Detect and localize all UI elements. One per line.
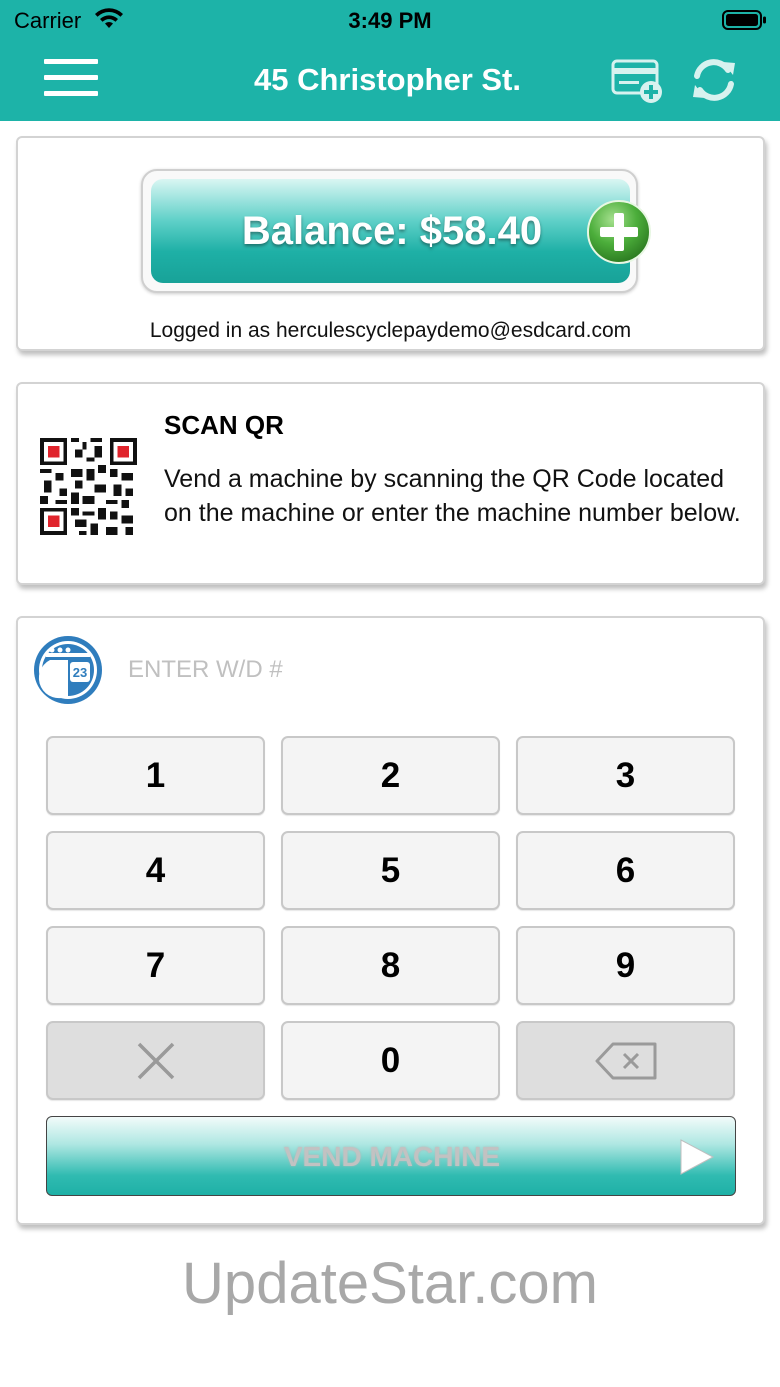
clear-key[interactable] xyxy=(46,1021,265,1100)
balance-panel: Balance: $58.40 Logged in as herculescyc… xyxy=(16,136,765,351)
status-bar: Carrier 3:49 PM xyxy=(0,0,780,40)
scan-qr-description: Vend a machine by scanning the QR Code l… xyxy=(164,465,741,527)
scan-qr-panel[interactable]: SCAN QR Vend a machine by scanning the Q… xyxy=(16,382,765,585)
nav-bar: 45 Christopher St. xyxy=(0,40,780,121)
key-6[interactable]: 6 xyxy=(516,831,735,910)
keypad-panel: 23 1 2 3 4 5 6 7 8 9 0 VEND MACHINE xyxy=(16,616,765,1225)
add-card-icon[interactable] xyxy=(610,56,666,106)
key-1[interactable]: 1 xyxy=(46,736,265,815)
refresh-icon[interactable] xyxy=(688,54,740,106)
balance-label: Balance: $58.40 xyxy=(241,209,543,253)
svg-text:23: 23 xyxy=(73,665,87,680)
qr-code-icon xyxy=(40,438,137,535)
battery-icon xyxy=(722,10,768,35)
balance-button[interactable]: Balance: $58.40 xyxy=(151,179,630,283)
key-0[interactable]: 0 xyxy=(281,1021,500,1100)
scan-qr-title: SCAN QR xyxy=(164,410,284,440)
backspace-key[interactable] xyxy=(516,1021,735,1100)
key-5[interactable]: 5 xyxy=(281,831,500,910)
key-9[interactable]: 9 xyxy=(516,926,735,1005)
vend-machine-label: VEND MACHINE xyxy=(283,1141,501,1172)
plus-circle-icon[interactable] xyxy=(586,199,652,265)
washer-dryer-icon: 23 xyxy=(32,634,104,706)
backspace-icon xyxy=(595,1042,656,1079)
key-4[interactable]: 4 xyxy=(46,831,265,910)
machine-number-input[interactable] xyxy=(128,652,628,688)
key-2[interactable]: 2 xyxy=(281,736,500,815)
watermark: UpdateStar.com xyxy=(182,1251,598,1316)
status-time: 3:49 PM xyxy=(348,8,432,33)
logged-in-text: Logged in as herculescyclepaydemo@esdcar… xyxy=(149,319,632,342)
balance-button-frame: Balance: $58.40 xyxy=(141,169,651,293)
play-arrow-icon xyxy=(680,1139,715,1175)
key-7[interactable]: 7 xyxy=(46,926,265,1005)
key-3[interactable]: 3 xyxy=(516,736,735,815)
x-icon xyxy=(137,1042,174,1079)
key-8[interactable]: 8 xyxy=(281,926,500,1005)
vend-machine-button[interactable]: VEND MACHINE xyxy=(46,1116,736,1196)
